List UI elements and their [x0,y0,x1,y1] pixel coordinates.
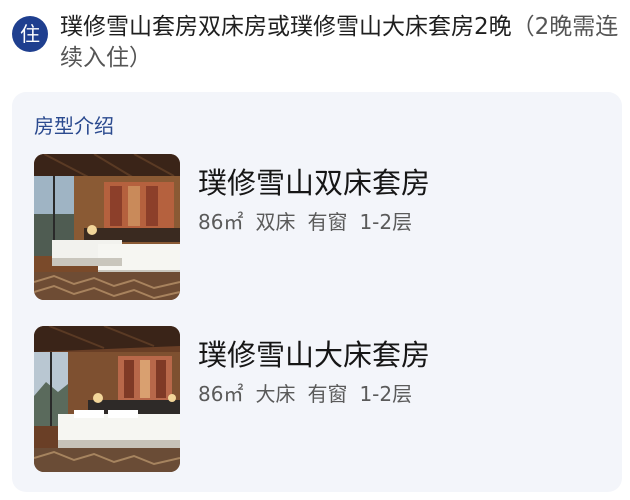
product-title-text: 璞修雪山套房双床房或璞修雪山大床套房2晚 [60,14,512,40]
stay-badge: 住 [12,16,48,52]
room-photo-king[interactable] [34,326,180,472]
room-name-twin[interactable]: 璞修雪山双床套房 [198,160,430,202]
room-floor: 1-2层 [359,382,413,406]
room-bed-type: 双床 [255,210,296,234]
room-window: 有窗 [307,210,348,234]
room-floor: 1-2层 [359,210,413,234]
room-photo-twin[interactable] [34,154,180,300]
room-item-twin[interactable]: 璞修雪山双床套房 86㎡ 双床 有窗 1-2层 [34,154,594,300]
room-item-king[interactable]: 璞修雪山大床套房 86㎡ 大床 有窗 1-2层 [34,326,594,472]
room-bed-type: 大床 [255,382,296,406]
room-meta-twin: 86㎡ 双床 有窗 1-2层 [198,206,424,235]
room-area: 86㎡ [198,210,244,234]
room-intro-card: 房型介绍 璞修雪山双床套房 86㎡ 双床 有窗 1-2层 璞修雪山大床套房 86… [12,92,622,492]
room-area: 86㎡ [198,382,244,406]
product-title: 璞修雪山套房双床房或璞修雪山大床套房2晚（2晚需连续入住） [60,12,622,74]
room-name-king[interactable]: 璞修雪山大床套房 [198,332,430,374]
room-window: 有窗 [307,382,348,406]
section-label: 房型介绍 [34,114,114,138]
room-meta-king: 86㎡ 大床 有窗 1-2层 [198,378,424,407]
